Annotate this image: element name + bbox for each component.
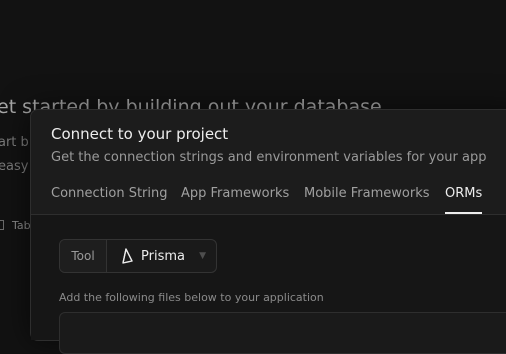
modal-description: Get the connection strings and environme… <box>51 150 487 165</box>
prisma-icon <box>122 248 133 264</box>
tab-app-frameworks[interactable]: App Frameworks <box>181 186 289 214</box>
files-hint: Add the following files below to your ap… <box>59 291 324 304</box>
table-icon <box>0 220 4 230</box>
tab-content: Tool Prisma ▼ Add the following files be… <box>31 215 506 354</box>
modal-title: Connect to your project <box>51 125 229 143</box>
code-block <box>59 312 506 354</box>
tab-connection-string[interactable]: Connection String <box>51 186 168 214</box>
background-line-2: easy <box>0 159 29 174</box>
tool-select-value-text: Prisma <box>141 248 185 264</box>
tab-mobile-frameworks[interactable]: Mobile Frameworks <box>304 186 430 214</box>
background-line-1: art b <box>0 135 29 150</box>
tool-select-label: Tool <box>60 240 107 272</box>
tool-select[interactable]: Tool Prisma ▼ <box>59 239 217 273</box>
chevron-down-icon: ▼ <box>199 251 206 261</box>
connect-modal: Connect to your project Get the connecti… <box>30 109 506 354</box>
background-tab[interactable]: Tab <box>0 219 31 232</box>
background-tab-label: Tab <box>12 219 31 232</box>
tool-select-value[interactable]: Prisma ▼ <box>107 240 216 272</box>
tab-orms[interactable]: ORMs <box>445 186 483 214</box>
